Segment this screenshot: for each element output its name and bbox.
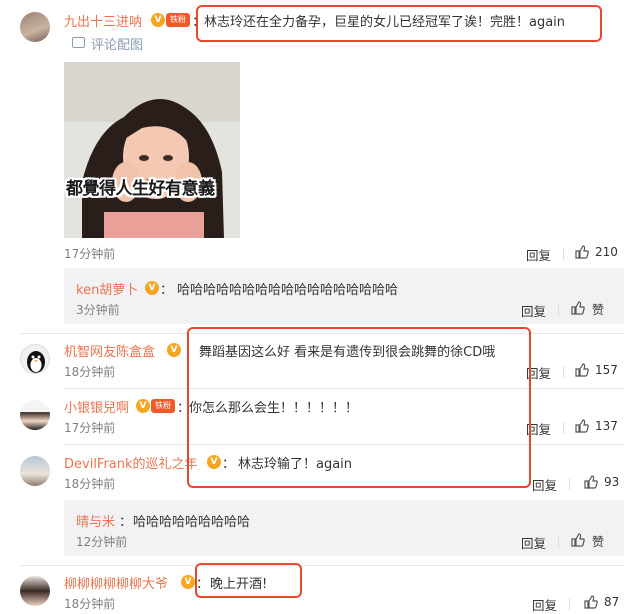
highlight-box <box>187 327 531 488</box>
timestamp: 18分钟前 <box>64 597 116 611</box>
separator <box>563 366 564 378</box>
avatar[interactable] <box>20 576 50 606</box>
like-label[interactable]: 赞 <box>592 301 604 318</box>
like-label[interactable]: 赞 <box>592 533 604 550</box>
timestamp: 18分钟前 <box>64 365 116 379</box>
timestamp: 12分钟前 <box>76 535 128 549</box>
like-count: 87 <box>604 595 620 609</box>
fan-badge: 铁粉 <box>166 13 190 27</box>
separator <box>558 304 559 316</box>
separator <box>569 598 570 610</box>
timestamp: 17分钟前 <box>64 421 116 435</box>
vip-icon: V <box>136 399 150 413</box>
colon: ： <box>119 515 133 530</box>
vip-icon: V <box>145 281 159 295</box>
reply-text: 哈哈哈哈哈哈哈哈哈哈哈哈哈哈哈哈哈 <box>177 283 399 298</box>
reply-button[interactable]: 回复 <box>526 245 551 264</box>
avatar[interactable] <box>20 12 50 42</box>
thumbs-up-icon[interactable] <box>584 595 598 609</box>
reply-button[interactable]: 回复 <box>532 595 557 614</box>
separator <box>558 536 559 548</box>
separator <box>563 422 564 434</box>
thumbs-up-icon[interactable] <box>571 301 585 315</box>
highlight-box <box>195 563 302 598</box>
thumbs-up-icon[interactable] <box>575 419 589 433</box>
timestamp: 18分钟前 <box>64 477 116 491</box>
fan-badge: 铁粉 <box>151 399 175 413</box>
timestamp: 17分钟前 <box>64 247 116 261</box>
separator <box>563 248 564 260</box>
username[interactable]: DevilFrank的巡礼之年 <box>64 453 198 472</box>
colon: ： <box>160 283 174 298</box>
username[interactable]: 柳柳柳柳柳柳大爷 <box>64 573 168 592</box>
reply-button[interactable]: 回复 <box>521 301 546 320</box>
image-icon <box>72 37 85 48</box>
timestamp: 3分钟前 <box>76 303 120 317</box>
meme-illustration <box>64 62 240 238</box>
like-count: 93 <box>604 475 620 489</box>
avatar[interactable] <box>20 344 50 374</box>
avatar[interactable] <box>20 456 50 486</box>
attach-image-link[interactable]: 评论配图 <box>91 34 143 53</box>
thumbs-up-icon[interactable] <box>584 475 598 489</box>
comment-image[interactable]: 都覺得人生好有意義 <box>64 62 240 238</box>
reply-button[interactable]: 回复 <box>521 533 546 552</box>
username[interactable]: 晴与米 <box>76 511 115 530</box>
username[interactable]: ken胡萝卜 <box>76 279 138 298</box>
image-caption: 都覺得人生好有意義 <box>66 179 215 199</box>
like-count: 137 <box>595 419 618 433</box>
vip-icon: V <box>181 575 195 589</box>
thumbs-up-icon[interactable] <box>575 363 589 377</box>
thumbs-up-icon[interactable] <box>571 533 585 547</box>
separator <box>569 478 570 490</box>
thumbs-up-icon[interactable] <box>575 245 589 259</box>
avatar[interactable] <box>20 400 50 430</box>
like-count: 157 <box>595 363 618 377</box>
reply-button[interactable]: 回复 <box>532 475 557 494</box>
vip-icon: V <box>167 343 181 357</box>
username[interactable]: 九出十三进呐 <box>64 11 142 30</box>
username[interactable]: 机智网友陈盒盒 <box>64 341 155 360</box>
divider <box>20 565 624 566</box>
username[interactable]: 小银银兒啊 <box>64 397 129 416</box>
reply-text: 哈哈哈哈哈哈哈哈哈 <box>133 515 251 530</box>
highlight-box <box>196 5 602 42</box>
penguin-icon <box>27 351 45 373</box>
vip-icon: V <box>151 13 165 27</box>
like-count: 210 <box>595 245 618 259</box>
